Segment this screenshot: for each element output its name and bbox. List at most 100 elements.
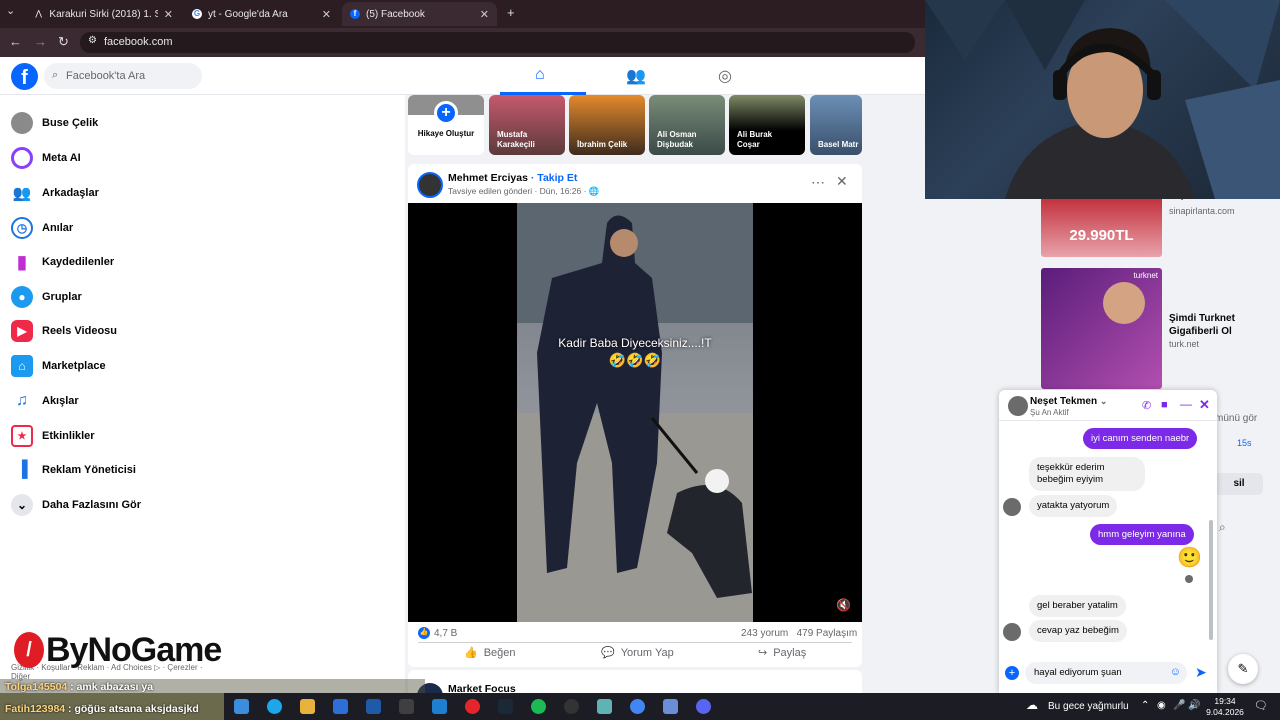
tab-karakuri[interactable]: ⋀ Karakuri Sirki (2018) 1. Sezon 3... ✕ xyxy=(26,2,181,26)
app-icon[interactable] xyxy=(597,699,612,714)
new-tab-button[interactable]: + xyxy=(507,5,515,20)
story-item[interactable]: İbrahim Çelik xyxy=(569,95,645,155)
store-icon[interactable] xyxy=(333,699,348,714)
forward-icon[interactable]: → xyxy=(34,34,47,49)
obs-icon[interactable] xyxy=(564,699,579,714)
events-icon: ★ xyxy=(11,425,33,447)
ad-title[interactable]: Şimdi Turknet Gigafiberli Ol xyxy=(1169,312,1274,338)
sidebar-item-feeds[interactable]: ♫ Akışlar xyxy=(11,387,79,415)
chevron-down-icon[interactable]: ⌄ xyxy=(1100,396,1108,406)
story-item[interactable]: Mustafa Karakeçili xyxy=(489,95,565,155)
tab-google[interactable]: G yt - Google'da Ara ✕ xyxy=(184,2,339,26)
site-info-icon[interactable]: ⚙ xyxy=(88,35,97,46)
sidebar-item-marketplace[interactable]: ⌂ Marketplace xyxy=(11,352,106,380)
share-button[interactable]: ↪ Paylaş xyxy=(758,646,806,660)
ad-image-turknet[interactable]: turknet xyxy=(1041,268,1162,389)
clock[interactable]: 19:34 9.04.2026 xyxy=(1203,696,1247,718)
comment-button[interactable]: 💬 Yorum Yap xyxy=(601,646,674,660)
message-emoji: 🙂 xyxy=(1177,547,1202,569)
share-icon: ↪ xyxy=(758,647,768,659)
send-icon[interactable]: ➤ xyxy=(1195,664,1207,681)
security-icon[interactable] xyxy=(399,699,414,714)
notifications-icon[interactable]: 🗨 xyxy=(1254,699,1268,712)
see-all-link[interactable]: münü gör xyxy=(1215,413,1257,424)
close-tab-icon[interactable]: ✕ xyxy=(480,8,489,21)
sidebar-item-ads-manager[interactable]: ▐ Reklam Yöneticisi xyxy=(11,456,136,484)
sidebar-item-saved[interactable]: ▮ Kaydedilenler xyxy=(11,248,114,276)
home-icon[interactable]: ⌂ xyxy=(535,66,545,84)
outlook-icon[interactable] xyxy=(366,699,381,714)
avatar[interactable] xyxy=(417,172,443,198)
close-tab-icon[interactable]: ✕ xyxy=(322,8,331,21)
close-chat-icon[interactable]: ✕ xyxy=(1199,397,1210,413)
sidebar-item-profile[interactable]: Buse Çelik xyxy=(11,109,98,137)
message-incoming: gel beraber yatalim xyxy=(1029,595,1126,617)
search-input[interactable]: ⌕ Facebook'ta Ara xyxy=(44,63,202,89)
app-icon[interactable] xyxy=(663,699,678,714)
discord-icon[interactable] xyxy=(696,699,711,714)
minimize-icon[interactable]: — xyxy=(1180,397,1192,411)
sidebar-item-memories[interactable]: ◷ Anılar xyxy=(11,214,73,242)
chrome-icon[interactable] xyxy=(630,699,645,714)
tab-list-icon[interactable]: ⌄ xyxy=(6,4,15,17)
chat-header[interactable]: Neşet Tekmen ⌄ Şu An Aktif ✆ ■ — ✕ xyxy=(999,390,1217,421)
friends-icon[interactable]: 👥 xyxy=(626,66,646,86)
opera-icon[interactable] xyxy=(465,699,480,714)
mute-icon[interactable]: 🔇 xyxy=(836,598,851,612)
share-count[interactable]: 479 Paylaşım xyxy=(797,628,858,639)
more-options-icon[interactable]: ⋯ xyxy=(811,174,825,191)
comment-label: Yorum Yap xyxy=(620,646,674,659)
sidebar-item-events[interactable]: ★ Etkinlikler xyxy=(11,422,95,450)
story-item[interactable]: Basel Matr xyxy=(810,95,862,155)
avatar[interactable] xyxy=(1008,396,1028,416)
ad-image-sinapirlanta[interactable]: 29.990TL xyxy=(1041,199,1162,257)
story-create[interactable]: + Hikaye Oluştur xyxy=(408,95,484,155)
facebook-logo-icon[interactable]: f xyxy=(11,63,38,90)
sidebar-item-see-more[interactable]: ⌄ Daha Fazlasını Gör xyxy=(11,491,141,519)
story-item[interactable]: Ali Burak Coşar xyxy=(729,95,805,155)
message-input[interactable]: hayal ediyorum şuan ☺ xyxy=(1025,662,1187,684)
copilot-icon[interactable] xyxy=(234,699,249,714)
steam-icon[interactable] xyxy=(498,699,513,714)
volume-icon[interactable]: 🔊 xyxy=(1188,700,1200,711)
sidebar-item-label: Meta AI xyxy=(42,152,81,164)
tab-facebook[interactable]: f (5) Facebook ✕ xyxy=(342,2,497,26)
spotify-icon[interactable] xyxy=(531,699,546,714)
back-icon[interactable]: ← xyxy=(9,34,22,49)
story-item[interactable]: Ali Osman Dişbudak xyxy=(649,95,725,155)
groups-icon[interactable]: ◎ xyxy=(718,66,732,86)
follow-link[interactable]: · Takip Et xyxy=(531,172,577,184)
sidebar-item-groups[interactable]: ● Gruplar xyxy=(11,283,82,311)
sidebar-item-friends[interactable]: 👥 Arkadaşlar xyxy=(11,179,99,207)
reaction-count[interactable]: 👍 4,7 B xyxy=(418,627,457,639)
edge-icon[interactable] xyxy=(267,699,282,714)
tray-overflow-icon[interactable]: ⌃ xyxy=(1141,700,1149,711)
file-explorer-icon[interactable] xyxy=(300,699,315,714)
ad-brand: turknet xyxy=(1133,271,1158,280)
new-message-button[interactable]: ✎ xyxy=(1228,654,1258,684)
close-tab-icon[interactable]: ✕ xyxy=(164,8,173,21)
like-button[interactable]: 👍 Beğen xyxy=(464,646,516,660)
microphone-icon[interactable]: 🎤 xyxy=(1173,700,1185,711)
chat-name[interactable]: Neşet Tekmen ⌄ xyxy=(1030,396,1107,407)
sidebar-item-reels[interactable]: ▶ Reels Videosu xyxy=(11,317,117,345)
app-icon[interactable] xyxy=(432,699,447,714)
close-icon[interactable]: ✕ xyxy=(836,173,848,190)
weather-text[interactable]: Bu gece yağmurlu xyxy=(1048,701,1129,712)
search-icon[interactable]: ⌕ xyxy=(1219,520,1226,535)
phone-call-icon[interactable]: ✆ xyxy=(1142,399,1151,412)
add-attachment-icon[interactable]: + xyxy=(1005,666,1019,680)
post-author[interactable]: Mehmet Erciyas xyxy=(448,172,528,184)
emoji-picker-icon[interactable]: ☺ xyxy=(1170,666,1181,678)
story-label: Basel Matr xyxy=(818,140,859,149)
reload-icon[interactable]: ↻ xyxy=(58,34,69,50)
video-frame[interactable]: Kadir Baba Diyeceksiniz....!T 🤣🤣🤣 xyxy=(517,203,753,622)
comment-count[interactable]: 243 yorum xyxy=(741,628,788,639)
sidebar-item-meta-ai[interactable]: Meta AI xyxy=(11,144,81,172)
video-call-icon[interactable]: ■ xyxy=(1161,399,1168,411)
network-icon[interactable]: ◉ xyxy=(1157,700,1166,711)
partial-button[interactable]: sil xyxy=(1215,473,1263,495)
address-bar[interactable]: ⚙ facebook.com xyxy=(80,32,915,53)
chat-scrollbar[interactable] xyxy=(1209,520,1213,640)
message-input-value: hayal ediyorum şuan xyxy=(1034,667,1122,678)
